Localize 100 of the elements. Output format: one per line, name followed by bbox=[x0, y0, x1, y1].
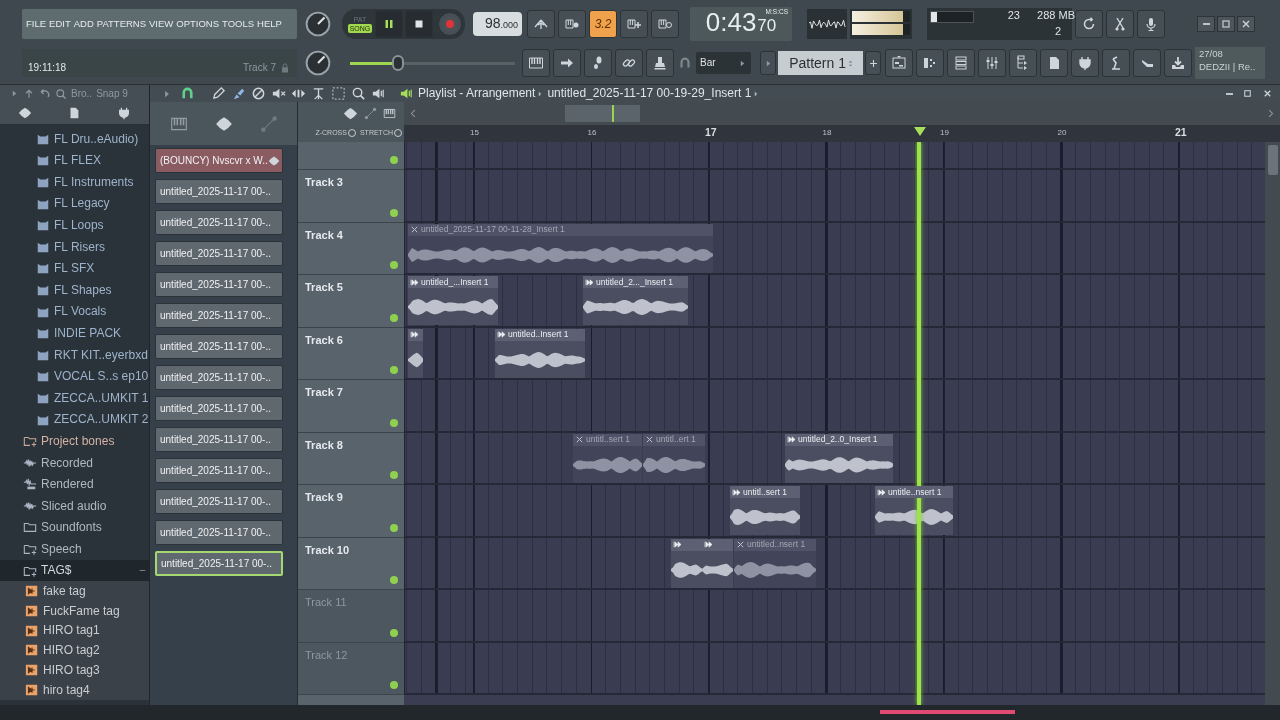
track-lane[interactable]: untitled_...Insert 1 untitled_2..._Insert 1 bbox=[404, 275, 1265, 328]
overview-scrollbar[interactable] bbox=[404, 102, 1280, 125]
audio-clip[interactable]: untitled_2025-11-17 00-11-28_Insert 1 bbox=[408, 223, 713, 273]
browser-item[interactable]: fake tag bbox=[0, 581, 149, 602]
news-headline[interactable]: DEDZII | Re.. bbox=[1199, 60, 1261, 74]
track-enable-dot[interactable] bbox=[390, 208, 398, 217]
pattern-selector[interactable]: Pattern 1 bbox=[778, 51, 863, 75]
toolbar-button[interactable] bbox=[1071, 49, 1099, 77]
browser-item[interactable]: FL SFX bbox=[0, 257, 149, 280]
track-lane[interactable]: untitl..sert 1 untitle..nsert 1 bbox=[404, 485, 1265, 538]
audio-clip[interactable]: untitled..nsert 1 bbox=[734, 538, 816, 588]
maximize-button[interactable] bbox=[1217, 16, 1235, 32]
tempo-field[interactable]: 98.000 bbox=[473, 12, 522, 36]
browser-item[interactable]: FL Dru..eAudio) bbox=[0, 128, 149, 150]
clip-item[interactable]: untitled_2025-11-17 00-.. bbox=[155, 179, 283, 204]
volume-slider[interactable] bbox=[350, 55, 515, 71]
toolbar-button[interactable] bbox=[1102, 49, 1130, 77]
track-enable-dot[interactable] bbox=[390, 523, 398, 532]
clip-item[interactable]: untitled_2025-11-17 00-.. bbox=[155, 241, 283, 266]
browser-item[interactable]: FuckFame tag bbox=[0, 601, 149, 621]
menu-item[interactable]: HELP bbox=[257, 18, 282, 30]
track-enable-dot[interactable] bbox=[390, 313, 398, 322]
browser-item[interactable]: Sliced audio bbox=[0, 495, 149, 517]
toolbar-button[interactable] bbox=[522, 49, 550, 77]
minimize-button[interactable] bbox=[1197, 16, 1215, 32]
audio-clip[interactable]: untitled_...Insert 1 bbox=[408, 276, 498, 325]
browser-item[interactable]: Recorded bbox=[0, 451, 149, 474]
toolbar-button[interactable] bbox=[651, 10, 679, 38]
toolbar-button[interactable] bbox=[1137, 10, 1165, 38]
tool-button[interactable] bbox=[329, 84, 348, 103]
browser-item[interactable]: Project bones bbox=[0, 430, 149, 452]
toolbar-button[interactable] bbox=[947, 49, 975, 77]
toolbar-button[interactable] bbox=[1133, 49, 1161, 77]
clip-item[interactable]: untitled_2025-11-17 00-.. bbox=[155, 489, 283, 514]
toolbar-button[interactable] bbox=[916, 49, 944, 77]
news-date[interactable]: 27/08 bbox=[1199, 48, 1261, 61]
track-enable-dot[interactable] bbox=[390, 418, 398, 427]
audio-clip[interactable]: untitl..ert 1 bbox=[643, 433, 705, 483]
track-enable-dot[interactable] bbox=[390, 471, 398, 479]
clip-item[interactable]: untitled_2025-11-17 00-.. bbox=[155, 210, 283, 235]
close-button[interactable] bbox=[1237, 16, 1255, 32]
snap-dropdown[interactable]: Bar bbox=[696, 52, 751, 74]
clip-item[interactable]: untitled_2025-11-17 00-.. bbox=[155, 458, 283, 483]
track-lane[interactable]: untitl..sert 1 untitl..ert 1 untitled_2..0_Insert 1 bbox=[404, 432, 1265, 485]
browser-item[interactable]: FL Vocals bbox=[0, 300, 149, 323]
menu-item[interactable]: TOOLS bbox=[222, 18, 255, 30]
clip-item[interactable]: untitled_2025-11-17 00-.. bbox=[155, 520, 283, 545]
clip-item[interactable]: untitled_2025-11-17 00-.. bbox=[155, 272, 283, 297]
track-enable-dot[interactable] bbox=[390, 156, 398, 164]
audio-clip[interactable]: untitled_2..0_Insert 1 bbox=[785, 433, 893, 483]
track-enable-dot[interactable] bbox=[390, 366, 398, 374]
clip-item[interactable]: untitled_2025-11-17 00-.. bbox=[155, 427, 283, 452]
browser-label[interactable]: Bro.. bbox=[71, 87, 93, 100]
countdown-button[interactable]: 3.2 bbox=[589, 10, 617, 38]
toolbar-button[interactable] bbox=[1075, 10, 1103, 38]
clip-item[interactable]: (BOUNCY) Nvscvr x W.. bbox=[155, 148, 283, 173]
toolbar-button[interactable] bbox=[553, 49, 581, 77]
clip-item[interactable]: untitled_2025-11-17 00-.. bbox=[155, 551, 283, 576]
toolbar-button[interactable] bbox=[978, 49, 1006, 77]
audio-clip[interactable]: untitled..Insert 1 bbox=[495, 328, 585, 378]
clip-item[interactable]: untitled_2025-11-17 00-.. bbox=[155, 334, 283, 359]
toolbar-button[interactable] bbox=[1164, 49, 1192, 77]
menu-item[interactable]: PATTERNS bbox=[96, 18, 147, 30]
audio-clip[interactable]: untitle..nsert 1 bbox=[875, 486, 953, 535]
arrow-button[interactable] bbox=[760, 51, 776, 75]
browser-item[interactable]: FL Risers bbox=[0, 235, 149, 258]
browser-item[interactable]: FL FLEX bbox=[0, 149, 149, 172]
browser-item[interactable]: Soundfonts bbox=[0, 516, 149, 539]
toolbar-button[interactable] bbox=[584, 49, 612, 77]
toolbar-button[interactable] bbox=[1009, 49, 1037, 77]
audio-clip[interactable] bbox=[671, 538, 702, 588]
track-lane[interactable]: untitled..Insert 1 bbox=[404, 327, 1265, 380]
scroll-thumb[interactable] bbox=[565, 105, 640, 122]
clip-item[interactable]: untitled_2025-11-17 00-.. bbox=[155, 365, 283, 390]
browser-item[interactable]: Rendered bbox=[0, 473, 149, 496]
browser-item[interactable]: INDIE PACK bbox=[0, 322, 149, 344]
menu-item[interactable]: OPTIONS bbox=[176, 18, 220, 30]
browser-item[interactable]: HIRO tag1 bbox=[0, 620, 149, 641]
stop-button[interactable] bbox=[405, 10, 433, 38]
browser-item[interactable]: ZECCA..UMKIT 2 bbox=[0, 408, 149, 431]
browser-item[interactable]: TAG$ bbox=[0, 559, 149, 582]
toolbar-button[interactable] bbox=[620, 10, 648, 38]
browser-item[interactable]: Speech bbox=[0, 538, 149, 560]
vertical-scrollbar[interactable] bbox=[1265, 142, 1280, 705]
menu-item[interactable]: VIEW bbox=[149, 18, 174, 30]
audio-clip[interactable] bbox=[702, 538, 733, 588]
add-pattern-button[interactable] bbox=[865, 51, 881, 75]
audio-clip[interactable]: untitl..sert 1 bbox=[573, 433, 642, 483]
audio-clip[interactable] bbox=[408, 328, 423, 378]
browser-item[interactable]: VOCAL S..s ep10 bbox=[0, 365, 149, 388]
browser-item[interactable]: hiro tag4 bbox=[0, 679, 149, 700]
record-button[interactable] bbox=[438, 12, 462, 36]
audio-clip[interactable]: untitl..sert 1 bbox=[730, 486, 800, 535]
menu-item[interactable]: EDIT bbox=[49, 18, 71, 30]
menu-item[interactable]: ADD bbox=[73, 18, 94, 30]
track-enable-dot[interactable] bbox=[390, 576, 398, 584]
browser-item[interactable]: FL Loops bbox=[0, 214, 149, 236]
track-enable-dot[interactable] bbox=[390, 628, 398, 637]
play-button[interactable] bbox=[375, 10, 403, 38]
menu-item[interactable]: FILE bbox=[26, 18, 47, 30]
